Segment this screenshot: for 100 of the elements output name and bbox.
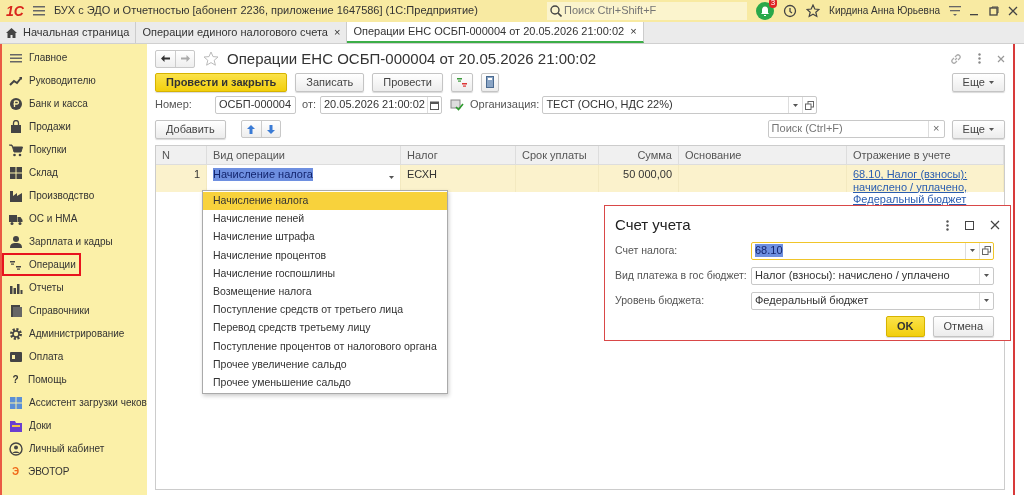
sidebar-item[interactable]: Главное xyxy=(2,46,73,69)
reflection-link[interactable]: 68.10, Налог (взносы): начислено / уплачено, Федеральный бюджет xyxy=(853,168,997,206)
kebab-icon[interactable] xyxy=(946,219,949,231)
dropdown-item[interactable]: Начисление процентов xyxy=(203,246,447,265)
close-icon[interactable] xyxy=(1008,6,1018,16)
calculator-button[interactable] xyxy=(481,72,499,92)
input-field[interactable]: 68.10 xyxy=(751,241,994,260)
close-icon[interactable] xyxy=(990,220,1000,230)
sidebar-item[interactable]: Операции xyxy=(2,253,81,276)
more-button[interactable]: Еще xyxy=(951,72,1005,92)
search-field[interactable]: Поиск (Ctrl+F) xyxy=(771,122,928,136)
tab-close-button[interactable]: × xyxy=(333,25,341,40)
tab[interactable]: Операции ЕНС ОСБП-000004 от 20.05.2026 21:00:02 × xyxy=(347,22,644,43)
sidebar-item[interactable]: Справочники xyxy=(2,299,95,322)
organization-field[interactable]: ТЕСТ (ОСНО, НДС 22%) xyxy=(542,96,818,114)
arrow-down-icon xyxy=(266,124,275,134)
sidebar-item[interactable]: Покупки xyxy=(2,138,72,161)
dropdown-item[interactable]: Прочее увеличение сальдо xyxy=(203,355,447,374)
dropdown-item[interactable]: Начисление налога xyxy=(203,192,447,211)
cart-icon xyxy=(9,142,23,157)
sidebar-item[interactable]: ОС и НМА xyxy=(2,207,83,230)
sidebar-item[interactable]: Отчеты xyxy=(2,276,69,299)
sidebar-item[interactable]: Продажи xyxy=(2,115,76,138)
user-name[interactable]: Кирдина Анна Юрьевна xyxy=(829,5,940,17)
sidebar-item[interactable]: Личный кабинет xyxy=(2,437,110,460)
column-header[interactable]: N xyxy=(156,146,207,165)
search-field[interactable]: Поиск Ctrl+Shift+F xyxy=(564,4,748,18)
sidebar-item[interactable]: ? Помощь xyxy=(2,368,72,391)
notifications-button[interactable]: 3 xyxy=(756,2,775,20)
date-field[interactable]: 20.05.2026 21:00:02 xyxy=(320,96,442,114)
dialog-button[interactable]: OK xyxy=(886,316,925,337)
add-button[interactable]: Добавить xyxy=(155,119,226,139)
help-icon: ? xyxy=(9,373,22,386)
caret-icon xyxy=(984,274,989,277)
dropdown-item[interactable]: Поступление средств от третьего лица xyxy=(203,301,447,320)
sidebar-item[interactable]: Склад xyxy=(2,161,63,184)
sidebar-item[interactable]: Производство xyxy=(2,184,100,207)
field-label: Счет налога: xyxy=(615,244,679,257)
sidebar-item[interactable]: Администрирование xyxy=(2,322,130,345)
dropdown-item[interactable]: Начисление госпошлины xyxy=(203,264,447,283)
bag-icon xyxy=(9,119,23,134)
number-field[interactable]: ОСБП-000004 xyxy=(215,96,296,114)
table-cell: 50 000,00 xyxy=(599,165,679,192)
column-header[interactable]: Отражение в учете xyxy=(847,146,1004,165)
toolbar-button[interactable]: Провести и закрыть xyxy=(155,72,288,92)
sidebar-item[interactable]: Банк и касса xyxy=(2,92,93,115)
dialog-title: Счет учета xyxy=(615,216,691,234)
person-icon xyxy=(9,234,23,249)
restore-icon[interactable] xyxy=(989,6,999,16)
field-label: Уровень бюджета: xyxy=(615,294,706,307)
coin-icon xyxy=(9,96,23,111)
folder-icon xyxy=(9,418,23,433)
maximize-icon[interactable] xyxy=(965,220,974,230)
sidebar-item[interactable]: Оплата xyxy=(2,345,69,368)
dialog-button[interactable]: Отмена xyxy=(932,316,994,337)
column-header[interactable]: Основание xyxy=(679,146,847,165)
tab-close-button[interactable]: × xyxy=(630,24,637,39)
caret-icon xyxy=(970,249,975,252)
dropdown-item[interactable]: Прочее уменьшение сальдо xyxy=(203,373,447,393)
history-icon[interactable] xyxy=(783,4,798,18)
toolbar-button[interactable]: Провести xyxy=(372,72,443,92)
sidebar-item[interactable]: Руководителю xyxy=(2,69,101,92)
ledger-button[interactable] xyxy=(451,72,473,92)
sidebar-item[interactable]: Зарплата и кадры xyxy=(2,230,118,253)
toolbar-button[interactable]: Записать xyxy=(295,72,365,92)
kebab-icon[interactable] xyxy=(978,53,981,64)
column-header[interactable]: Срок уплаты xyxy=(516,146,599,165)
dropdown-item[interactable]: Начисление пеней xyxy=(203,210,447,229)
clear-button[interactable]: × xyxy=(927,121,944,137)
dropdown-item[interactable]: Перевод средств третьему лицу xyxy=(203,319,447,338)
menu-icon[interactable] xyxy=(949,6,961,16)
gear-icon xyxy=(9,326,23,341)
column-header[interactable]: Сумма xyxy=(599,146,679,165)
home-icon xyxy=(6,27,17,38)
star-icon[interactable] xyxy=(203,50,219,67)
star-icon[interactable] xyxy=(806,4,821,18)
dropdown-item[interactable]: Возмещение налога xyxy=(203,282,447,302)
document-title: Операции ЕНС ОСБП-000004 от 20.05.2026 21:00:02 xyxy=(227,49,597,68)
sidebar-item[interactable]: Ассистент загрузки чеков xyxy=(2,391,152,414)
logo: 1С xyxy=(6,2,24,20)
input-field[interactable]: Налог (взносы): начислено / уплачено xyxy=(751,266,994,285)
column-header[interactable]: Налог xyxy=(401,146,516,165)
factory-icon xyxy=(9,188,23,203)
field-label: Вид платежа в гос бюджет: xyxy=(615,269,748,282)
menu-icon[interactable] xyxy=(32,6,45,16)
caret-icon xyxy=(793,103,799,107)
sidebar-item[interactable]: Э ЭВОТОР xyxy=(2,460,75,483)
calendar-icon[interactable] xyxy=(430,100,439,110)
more-button[interactable]: Еще xyxy=(951,119,1005,139)
dropdown-item[interactable]: Начисление штрафа xyxy=(203,228,447,247)
notification-count: 3 xyxy=(768,0,778,8)
sidebar-item[interactable]: Доки xyxy=(2,414,57,437)
dropdown-item[interactable]: Поступление процентов от налогового органа xyxy=(203,337,447,356)
search-box[interactable]: Поиск (Ctrl+F) × xyxy=(767,120,945,138)
search-box[interactable]: Поиск Ctrl+Shift+F xyxy=(547,2,748,20)
tiles-icon xyxy=(9,395,23,410)
ledger-icon xyxy=(456,76,468,88)
tab-label: Операции единого налогового счета xyxy=(142,25,328,40)
column-header[interactable]: Вид операции xyxy=(207,146,401,165)
input-field[interactable]: Федеральный бюджет xyxy=(751,291,994,310)
